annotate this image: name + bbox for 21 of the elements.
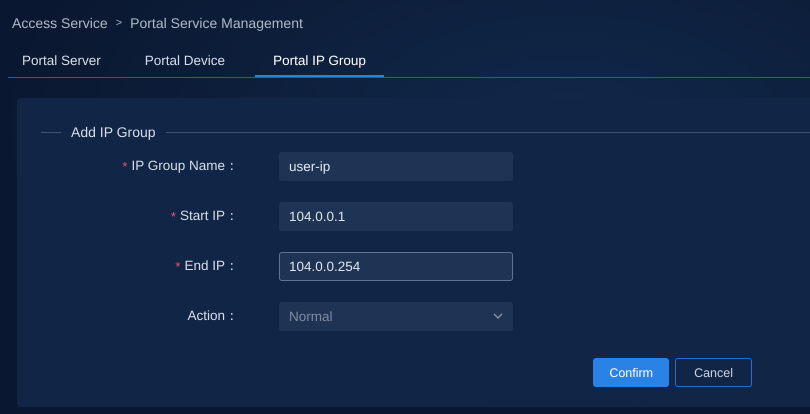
field-label: Action： — [187, 307, 239, 325]
chevron-down-icon — [493, 313, 503, 319]
field-label: IP Group Name： — [131, 157, 239, 175]
field-label: Start IP： — [180, 207, 239, 225]
cancel-button[interactable]: Cancel — [675, 358, 752, 387]
required-mark: * — [175, 258, 180, 274]
required-mark: * — [170, 208, 176, 224]
tab[interactable]: Portal Server — [8, 48, 115, 77]
breadcrumb-separator: > — [116, 17, 122, 29]
tab[interactable]: Portal IP Group — [255, 48, 384, 77]
breadcrumb-item[interactable]: Access Service — [12, 15, 108, 31]
required-mark: * — [122, 158, 128, 174]
field-label: End IP： — [184, 257, 239, 275]
group-title: Add IP Group — [71, 124, 156, 140]
breadcrumb-item[interactable]: Portal Service Management — [130, 15, 303, 31]
input-field[interactable]: 104.0.0.1 — [279, 202, 513, 230]
confirm-button[interactable]: Confirm — [593, 358, 670, 387]
select-field[interactable]: Normal — [279, 302, 513, 330]
input-field[interactable]: user-ip — [279, 152, 513, 180]
input-field[interactable]: 104.0.0.254 — [279, 252, 513, 280]
tab[interactable]: Portal Device — [130, 48, 240, 77]
